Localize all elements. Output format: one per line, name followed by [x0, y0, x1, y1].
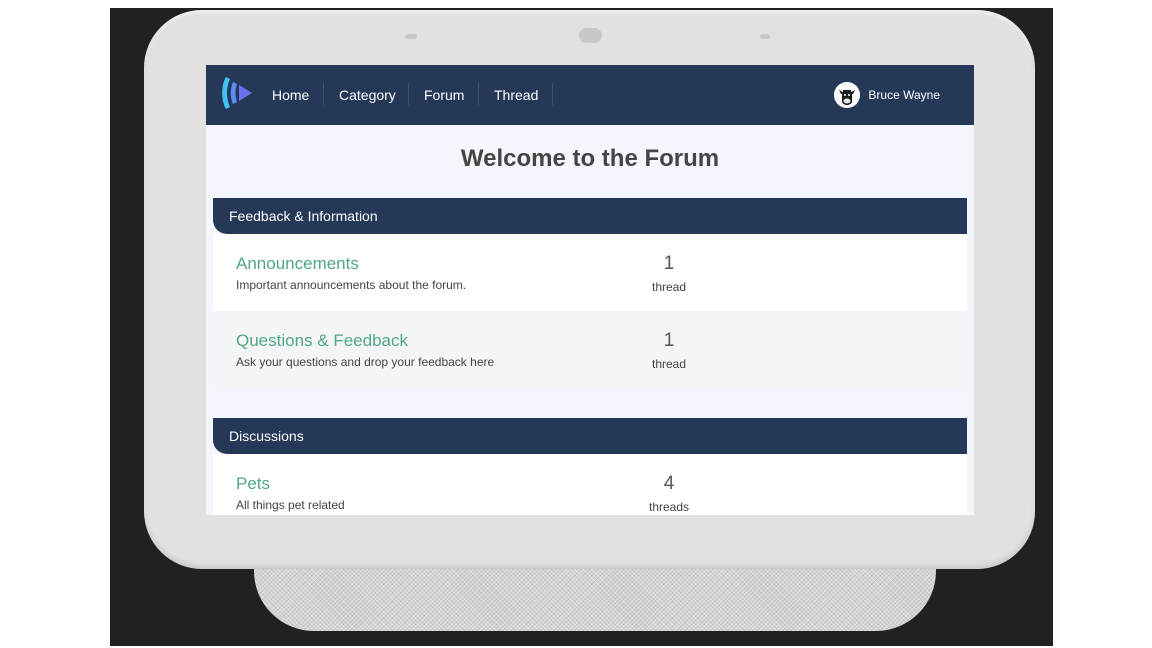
forum-link-questions-feedback[interactable]: Questions & Feedback	[236, 331, 408, 351]
forum-logo-icon[interactable]	[220, 75, 254, 111]
nav-divider	[408, 83, 409, 105]
sensor-right	[760, 34, 770, 39]
forum-link-pets[interactable]: Pets	[236, 474, 270, 494]
nav-forum-link[interactable]: Forum	[424, 65, 464, 125]
forum-link-announcements[interactable]: Announcements	[236, 254, 359, 274]
sensor-left	[405, 34, 417, 39]
nav-thread-link[interactable]: Thread	[494, 65, 538, 125]
forum-row: Announcements Important announcements ab…	[213, 234, 967, 311]
nav-home-link[interactable]: Home	[272, 65, 309, 125]
device-screen: Home Category Forum Thread Bruce Wayne W…	[206, 65, 974, 515]
thread-count-label: thread	[651, 357, 687, 371]
thread-count: 1	[663, 330, 675, 351]
thread-count-label: thread	[651, 280, 687, 294]
thread-count-label: threads	[648, 500, 690, 514]
nav-divider	[552, 83, 553, 105]
user-menu[interactable]: Bruce Wayne	[834, 81, 940, 109]
nav-divider	[478, 83, 479, 105]
nav-category-link[interactable]: Category	[339, 65, 396, 125]
camera-icon	[579, 28, 602, 43]
username: Bruce Wayne	[868, 88, 940, 102]
forum-description: Important announcements about the forum.	[236, 278, 467, 292]
cow-avatar-icon	[834, 82, 861, 108]
category-header-feedback: Feedback & Information	[213, 198, 967, 234]
page-title: Welcome to the Forum	[460, 145, 720, 172]
forum-row: Questions & Feedback Ask your questions …	[213, 311, 967, 388]
forum-description: All things pet related	[236, 498, 345, 512]
forum-description: Ask your questions and drop your feedbac…	[236, 355, 495, 369]
nav-divider	[323, 83, 324, 105]
thread-count: 1	[663, 253, 675, 274]
forum-row: Pets All things pet related 4 threads	[213, 454, 967, 515]
category-header-discussions: Discussions	[213, 418, 967, 454]
top-navigation: Home Category Forum Thread Bruce Wayne	[206, 65, 974, 125]
thread-count: 4	[663, 473, 675, 494]
